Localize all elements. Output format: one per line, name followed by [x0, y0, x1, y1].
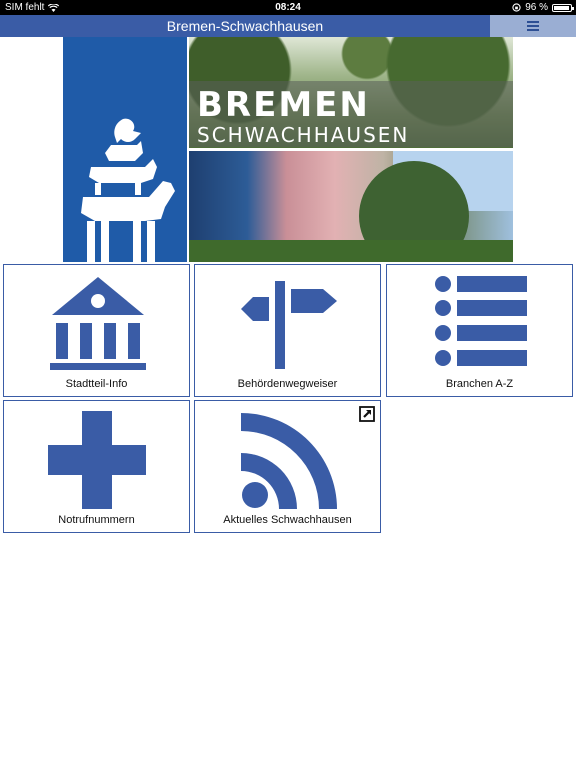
- tile-label: Aktuelles Schwachhausen: [223, 514, 352, 526]
- signpost-icon: [241, 281, 337, 369]
- status-right: 96 %: [512, 0, 574, 15]
- status-bar: SIM fehlt 08:24 96 %: [0, 0, 576, 15]
- battery-icon: [552, 3, 574, 12]
- battery-percent: 96 %: [525, 2, 548, 13]
- menu-button[interactable]: [490, 15, 576, 37]
- banner-subtitle: SCHWACHHAUSEN: [197, 123, 410, 147]
- town-musicians-logo-icon: [81, 118, 175, 263]
- banner-street-photo: [189, 151, 513, 262]
- header-banner: BREMEN SCHWACHHAUSEN: [63, 37, 513, 263]
- external-link-icon: [359, 406, 375, 422]
- tile-label: Stadtteil-Info: [65, 378, 128, 390]
- list-icon: [435, 276, 527, 366]
- tile-aktuelles-schwachhausen[interactable]: Aktuelles Schwachhausen: [194, 400, 381, 533]
- orientation-lock-icon: [512, 3, 521, 12]
- bank-building-icon: [50, 277, 146, 370]
- rss-feed-icon: [241, 413, 337, 509]
- cross-icon: [48, 411, 146, 509]
- navigation-bar: Bremen-Schwachhausen: [0, 15, 576, 37]
- tile-label: Branchen A-Z: [445, 378, 514, 390]
- tile-branchen-a-z[interactable]: Branchen A-Z: [386, 264, 573, 397]
- hamburger-menu-icon: [527, 21, 539, 31]
- tile-stadtteil-info[interactable]: Stadtteil-Info: [3, 264, 190, 397]
- clock: 08:24: [275, 2, 301, 13]
- tile-label: Behördenwegweiser: [237, 378, 338, 390]
- tile-notrufnummern[interactable]: Notrufnummern: [3, 400, 190, 533]
- tile-label: Notrufnummern: [58, 514, 135, 526]
- banner-title: BREMEN: [197, 85, 370, 125]
- page-title: Bremen-Schwachhausen: [166, 18, 324, 34]
- tile-behoerdenwegweiser[interactable]: Behördenwegweiser: [194, 264, 381, 397]
